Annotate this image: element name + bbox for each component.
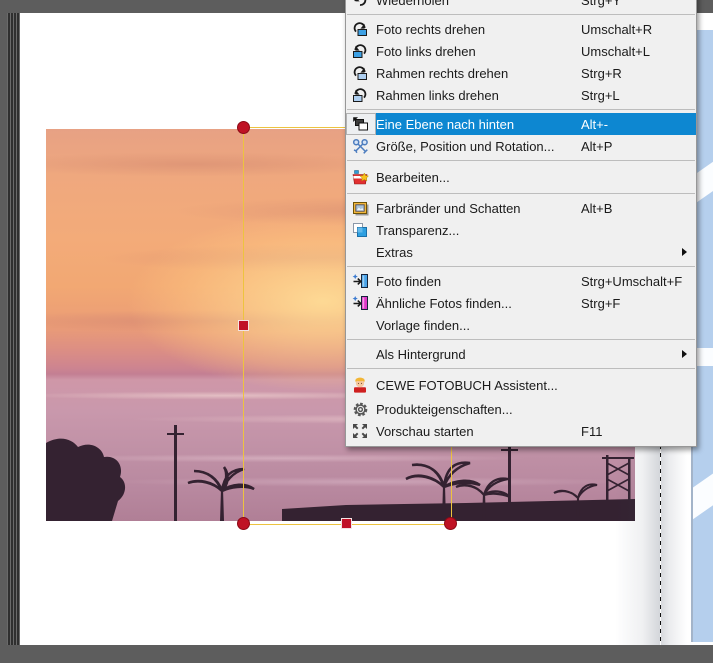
menu-item-foto-rechts-drehen[interactable]: Foto rechts drehen Umschalt+R	[346, 18, 696, 40]
menu-item-extras[interactable]: Extras	[346, 241, 696, 263]
submenu-arrow-icon	[682, 248, 696, 256]
menu-item-groesse-position-rotation[interactable]: Größe, Position und Rotation... Alt+P	[346, 135, 696, 157]
menu-item-foto-finden[interactable]: Foto finden Strg+Umschalt+F	[346, 270, 696, 292]
rotate-frame-right-icon	[346, 62, 376, 84]
properties-gear-icon	[346, 398, 376, 420]
menu-item-shortcut: Strg+F	[581, 295, 621, 311]
menu-item-wiederholen[interactable]: Wiederholen Strg+Y	[346, 0, 696, 11]
menu-item-label: Foto links drehen	[376, 43, 476, 59]
send-backward-icon	[346, 113, 376, 135]
size-position-icon	[346, 135, 376, 157]
menu-item-foto-links-drehen[interactable]: Foto links drehen Umschalt+L	[346, 40, 696, 62]
menu-item-label: Bearbeiten...	[376, 169, 450, 185]
menu-item-vorschau-starten[interactable]: Vorschau starten F11	[346, 420, 696, 442]
menu-separator	[347, 160, 695, 161]
menu-item-label: Vorlage finden...	[376, 317, 470, 333]
menu-item-label: Produkteigenschaften...	[376, 401, 513, 417]
menu-item-shortcut: Strg+Y	[581, 0, 622, 8]
menu-item-label: Transparenz...	[376, 222, 460, 238]
find-photo-icon	[346, 270, 376, 292]
menu-item-bearbeiten[interactable]: Bearbeiten...	[346, 164, 696, 190]
assistant-icon	[346, 372, 376, 398]
selection-handle-bottom-center[interactable]	[341, 518, 352, 529]
menu-icon-empty	[346, 343, 376, 365]
redo-icon	[346, 0, 376, 11]
rotate-photo-right-icon	[346, 18, 376, 40]
menu-item-shortcut: F11	[581, 423, 603, 439]
menu-separator	[347, 266, 695, 267]
menu-item-label: Rahmen links drehen	[376, 87, 499, 103]
menu-icon-empty	[346, 241, 376, 263]
edit-icon	[346, 164, 376, 190]
submenu-arrow-icon	[682, 350, 696, 358]
selection-handle-middle-left[interactable]	[238, 320, 249, 331]
menu-item-transparenz[interactable]: Transparenz...	[346, 219, 696, 241]
menu-separator	[347, 368, 695, 369]
menu-item-rahmen-rechts-drehen[interactable]: Rahmen rechts drehen Strg+R	[346, 62, 696, 84]
selection-handle-bottom-right[interactable]	[444, 517, 457, 530]
menu-item-label: CEWE FOTOBUCH Assistent...	[376, 377, 558, 393]
menu-item-shortcut: Strg+R	[581, 65, 622, 81]
menu-item-label: Ähnliche Fotos finden...	[376, 295, 512, 311]
menu-item-label: Rahmen rechts drehen	[376, 65, 509, 81]
menu-icon-empty	[346, 314, 376, 336]
transparency-icon	[346, 219, 376, 241]
menu-item-label: Eine Ebene nach hinten	[376, 116, 515, 132]
menu-item-farbraender-und-schatten[interactable]: Farbränder und Schatten Alt+B	[346, 197, 696, 219]
selection-handle-top-left[interactable]	[237, 121, 250, 134]
menu-separator	[347, 109, 695, 110]
menu-item-shortcut: Alt+B	[581, 200, 613, 216]
menu-item-vorlage-finden[interactable]: Vorlage finden...	[346, 314, 696, 336]
menu-item-label: Foto rechts drehen	[376, 21, 486, 37]
menu-separator	[347, 193, 695, 194]
menu-item-label: Foto finden	[376, 273, 442, 289]
app-window: { "colors": { "workspace_bg": "#5d5d5d",…	[0, 0, 713, 663]
menu-item-shortcut: Umschalt+R	[581, 21, 653, 37]
menu-item-label: Farbränder und Schatten	[376, 200, 521, 216]
menu-item-label: Als Hintergrund	[376, 346, 466, 362]
menu-item-shortcut: Alt+-	[581, 116, 609, 132]
menu-separator	[347, 14, 695, 15]
menu-item-produkteigenschaften[interactable]: Produkteigenschaften...	[346, 398, 696, 420]
menu-item-eine-ebene-nach-hinten[interactable]: Eine Ebene nach hinten Alt+-	[346, 113, 696, 135]
context-menu: Wiederholen Strg+Y Foto rechts drehen Um…	[345, 0, 697, 447]
rotate-frame-left-icon	[346, 84, 376, 106]
selection-handle-bottom-left[interactable]	[237, 517, 250, 530]
menu-item-rahmen-links-drehen[interactable]: Rahmen links drehen Strg+L	[346, 84, 696, 106]
right-photo-stripe	[693, 465, 713, 525]
menu-item-shortcut: Strg+Umschalt+F	[581, 273, 683, 289]
border-shadow-icon	[346, 197, 376, 219]
menu-item-aehnliche-fotos-finden[interactable]: Ähnliche Fotos finden... Strg+F	[346, 292, 696, 314]
menu-item-shortcut: Alt+P	[581, 138, 613, 154]
menu-item-label: Extras	[376, 244, 413, 260]
preview-fullscreen-icon	[346, 420, 376, 442]
menu-item-als-hintergrund[interactable]: Als Hintergrund	[346, 343, 696, 365]
rotate-photo-left-icon	[346, 40, 376, 62]
menu-item-label: Größe, Position und Rotation...	[376, 138, 555, 154]
menu-item-shortcut: Umschalt+L	[581, 43, 650, 59]
menu-item-label: Vorschau starten	[376, 423, 474, 439]
menu-item-shortcut: Strg+L	[581, 87, 620, 103]
menu-item-label: Wiederholen	[376, 0, 449, 8]
find-similar-photos-icon	[346, 292, 376, 314]
menu-item-cewe-fotobuch-assistent[interactable]: CEWE FOTOBUCH Assistent...	[346, 372, 696, 398]
menu-separator	[347, 339, 695, 340]
